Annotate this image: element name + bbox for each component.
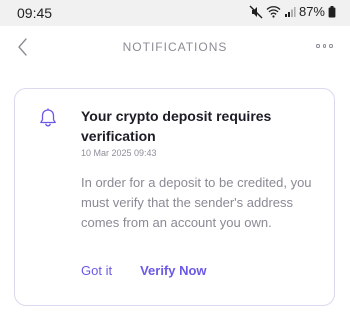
got-it-button[interactable]: Got it: [81, 263, 112, 278]
status-bar: 09:45 87%: [0, 0, 350, 26]
battery-level: 87%: [298, 4, 325, 19]
status-time: 09:45: [17, 5, 53, 21]
notification-actions: Got it Verify Now: [81, 263, 207, 278]
notification-title: Your crypto deposit requires verificatio…: [81, 108, 272, 144]
mute-icon: [249, 5, 263, 19]
notification-card: Your crypto deposit requires verificatio…: [14, 88, 335, 306]
wifi-icon: [266, 5, 281, 18]
notification-date: 10 Mar 2025 09:43: [81, 148, 157, 158]
more-options-icon: [316, 44, 320, 48]
bell-icon: [37, 107, 59, 129]
signal-icon: [284, 6, 296, 18]
notification-body: In order for a deposit to be credited, y…: [81, 175, 312, 230]
more-options-button[interactable]: [316, 41, 336, 51]
page-title: NOTIFICATIONS: [122, 40, 228, 54]
status-icons: 87%: [249, 4, 336, 19]
battery-icon: [328, 5, 336, 18]
verify-now-button[interactable]: Verify Now: [140, 263, 206, 278]
top-app-bar: NOTIFICATIONS: [0, 26, 350, 70]
